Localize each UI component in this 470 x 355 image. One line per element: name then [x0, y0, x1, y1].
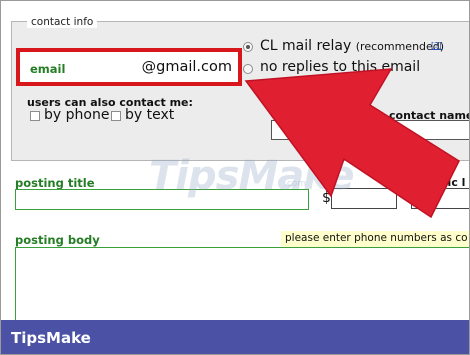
brand-name: TipsMake — [11, 329, 91, 347]
screenshot-stage: contact info email @gmail.com CL mail re… — [0, 0, 470, 355]
brand-bar: TipsMake — [1, 320, 469, 354]
pointer-arrow-icon — [244, 68, 460, 219]
